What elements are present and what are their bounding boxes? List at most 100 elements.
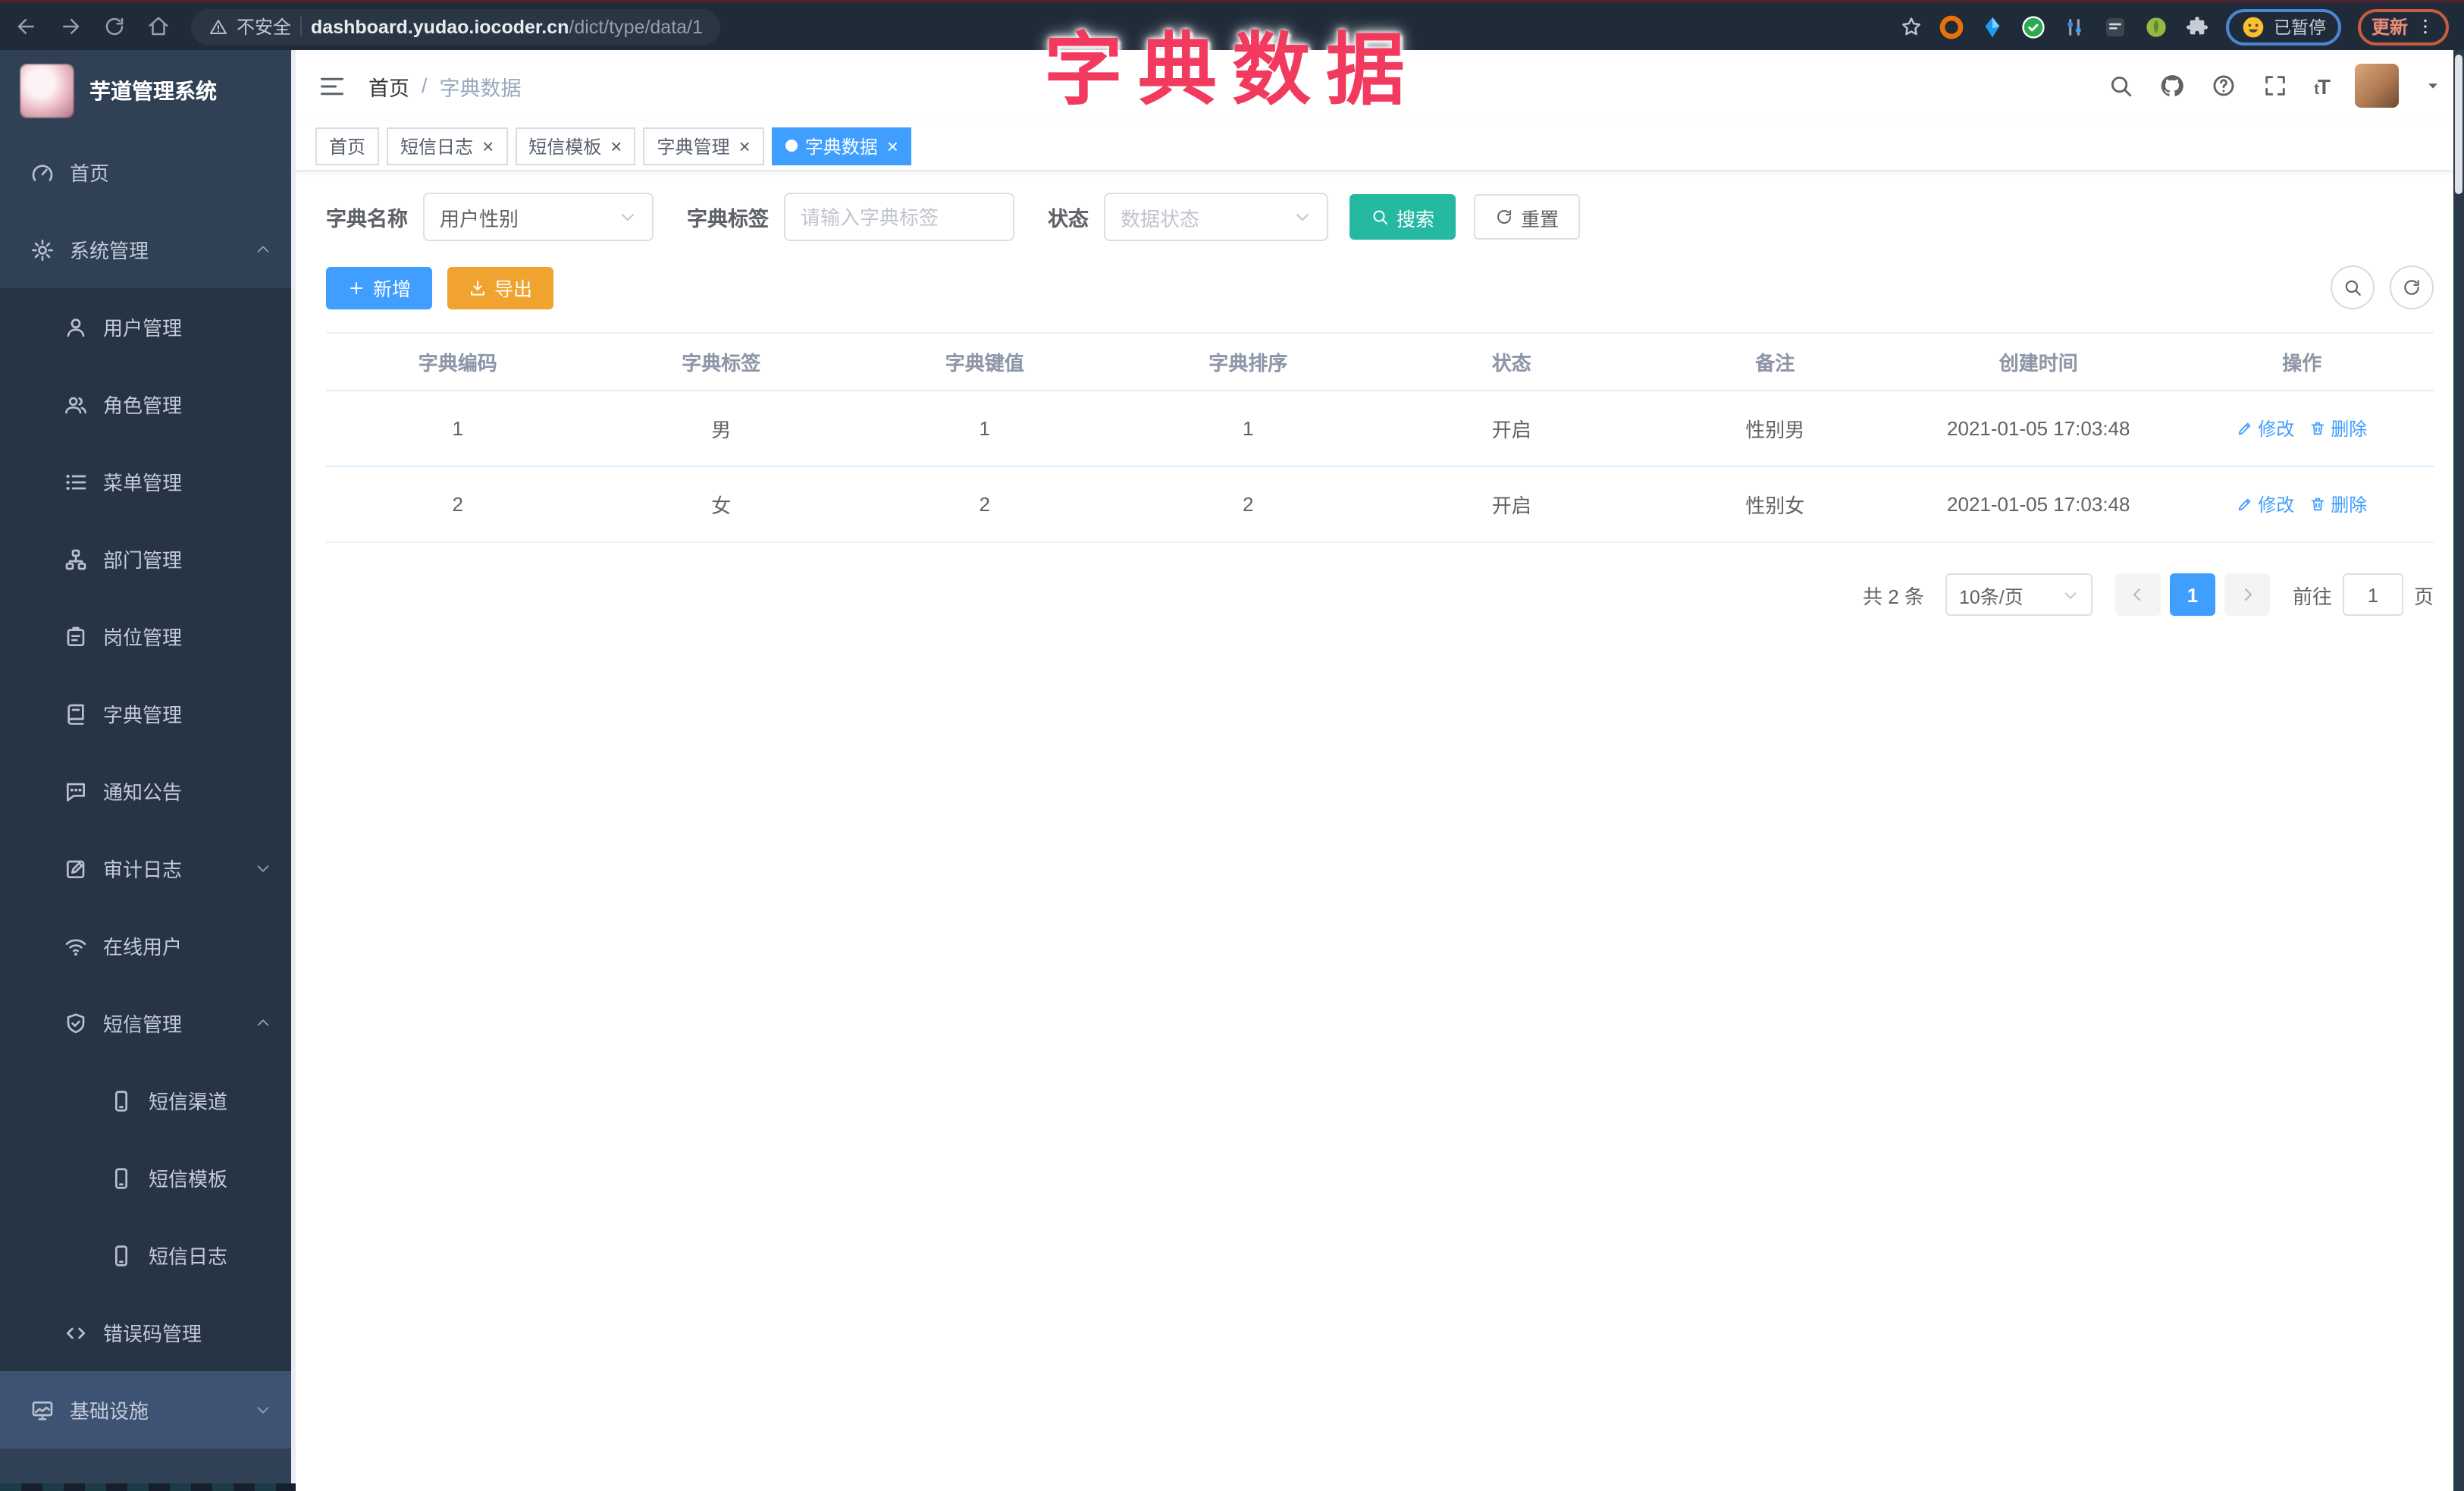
- toggle-search-button[interactable]: [2331, 265, 2375, 309]
- sidebar-item-label: 角色管理: [103, 394, 183, 417]
- dashboard-icon: [30, 160, 55, 184]
- browser-menu-icon[interactable]: [2415, 17, 2435, 36]
- sidebar-item-16[interactable]: 基础设施: [0, 1371, 296, 1449]
- column-header: 操作: [2282, 352, 2322, 375]
- forward-icon[interactable]: [59, 15, 82, 38]
- app-title: 芋道管理系统: [89, 79, 217, 103]
- add-button[interactable]: 新增: [326, 266, 433, 309]
- breadcrumb-home[interactable]: 首页: [368, 71, 409, 101]
- extension-sliders-icon[interactable]: [2063, 14, 2087, 39]
- sidebar-item-label: 系统管理: [70, 240, 149, 262]
- mobile-icon: [109, 1088, 133, 1113]
- url-host: dashboard.yudao.iocoder.cn: [311, 17, 569, 38]
- refresh-table-button[interactable]: [2390, 265, 2434, 309]
- monitor-icon: [30, 1398, 55, 1422]
- breadcrumb-current: 字典数据: [439, 77, 522, 99]
- sidebar-item-5[interactable]: 部门管理: [0, 520, 296, 598]
- url-bar[interactable]: 不安全 dashboard.yudao.iocoder.cn/dict/type…: [191, 8, 721, 45]
- edit-link[interactable]: 修改: [2237, 491, 2294, 517]
- users-icon: [64, 392, 88, 416]
- sidebar-item-0[interactable]: 首页: [0, 133, 296, 211]
- page-content: 字典名称 用户性别 字典标签 状态 数据状态 搜索: [296, 171, 2464, 1491]
- sidebar-item-15[interactable]: 错误码管理: [0, 1294, 296, 1371]
- row-actions: 修改 删除: [2171, 391, 2434, 466]
- browser-chrome: 不安全 dashboard.yudao.iocoder.cn/dict/type…: [0, 0, 2464, 50]
- close-icon[interactable]: ×: [482, 136, 494, 155]
- extension-orange-icon[interactable]: [1940, 14, 1964, 39]
- tab-1[interactable]: 短信日志 ×: [387, 127, 508, 165]
- user-avatar[interactable]: [2355, 64, 2399, 108]
- column-header: 字典标签: [682, 352, 761, 375]
- sidebar-item-9[interactable]: 审计日志: [0, 830, 296, 907]
- reset-button[interactable]: 重置: [1474, 194, 1581, 240]
- dict-name-value: 用户性别: [440, 207, 519, 230]
- goto-page-input[interactable]: [2342, 573, 2403, 616]
- delete-link[interactable]: 删除: [2309, 416, 2367, 441]
- logo[interactable]: 芋道管理系统: [0, 55, 296, 127]
- help-icon[interactable]: [2211, 73, 2237, 99]
- dict-name-label: 字典名称: [326, 208, 408, 231]
- table-row-0: 1 男 1 1 开启 性别男 2021-01-05 17:03:48 修改 删除: [326, 391, 2434, 467]
- sidebar-item-6[interactable]: 岗位管理: [0, 598, 296, 675]
- search-icon[interactable]: [2108, 73, 2133, 99]
- sidebar-item-label: 通知公告: [103, 781, 183, 804]
- mobile-icon: [109, 1166, 133, 1190]
- sidebar-item-12[interactable]: 短信渠道: [0, 1062, 296, 1139]
- tab-4[interactable]: 字典数据 ×: [771, 127, 912, 165]
- sidebar-item-14[interactable]: 短信日志: [0, 1216, 296, 1294]
- scrollbar-track[interactable]: [2453, 50, 2464, 1491]
- github-icon[interactable]: [2159, 73, 2185, 99]
- message-icon: [64, 779, 88, 803]
- dict-tag-label: 字典标签: [687, 208, 769, 231]
- sidebar-item-13[interactable]: 短信模板: [0, 1139, 296, 1216]
- delete-link[interactable]: 删除: [2309, 491, 2367, 517]
- reload-icon[interactable]: [103, 15, 126, 38]
- extension-kite-icon[interactable]: [1981, 14, 2005, 39]
- extension-switch-icon[interactable]: [2104, 14, 2128, 39]
- sidebar-item-8[interactable]: 通知公告: [0, 752, 296, 830]
- close-icon[interactable]: ×: [739, 136, 751, 155]
- breadcrumb-separator: /: [422, 74, 428, 97]
- extension-check-icon[interactable]: [2022, 14, 2046, 39]
- close-icon[interactable]: ×: [610, 136, 622, 155]
- sidebar-item-10[interactable]: 在线用户: [0, 907, 296, 984]
- search-form: 字典名称 用户性别 字典标签 状态 数据状态 搜索: [326, 193, 2434, 241]
- sidebar-item-2[interactable]: 用户管理: [0, 288, 296, 366]
- update-button[interactable]: 更新: [2357, 8, 2449, 45]
- tab-2[interactable]: 短信模板 ×: [515, 127, 636, 165]
- bookmark-star-icon[interactable]: [1901, 15, 1923, 38]
- dict-tag-input[interactable]: [784, 193, 1014, 241]
- sidebar-item-7[interactable]: 字典管理: [0, 675, 296, 752]
- tab-label: 短信日志: [400, 136, 474, 157]
- sidebar-item-1[interactable]: 系统管理: [0, 211, 296, 288]
- extensions-puzzle-icon[interactable]: [2186, 14, 2210, 39]
- chevron-down-icon[interactable]: [2425, 77, 2441, 94]
- edit-link[interactable]: 修改: [2237, 416, 2294, 441]
- search-button[interactable]: 搜索: [1350, 194, 1456, 240]
- page-size-select[interactable]: 10条/页: [1945, 573, 2093, 616]
- sidebar-item-3[interactable]: 角色管理: [0, 366, 296, 443]
- next-page-button[interactable]: [2224, 573, 2270, 616]
- url-text: dashboard.yudao.iocoder.cn/dict/type/dat…: [311, 15, 703, 38]
- table-cell: 1: [1243, 417, 1254, 440]
- edit-square-icon: [64, 856, 88, 880]
- close-icon[interactable]: ×: [887, 136, 898, 155]
- collapse-sidebar-icon[interactable]: [318, 72, 346, 99]
- sidebar-item-4[interactable]: 菜单管理: [0, 443, 296, 520]
- fullscreen-icon[interactable]: [2262, 73, 2288, 99]
- prev-page-button[interactable]: [2114, 573, 2161, 616]
- back-icon[interactable]: [15, 15, 38, 38]
- status-select[interactable]: 数据状态: [1104, 193, 1328, 241]
- extension-leaf-icon[interactable]: [2145, 14, 2169, 39]
- font-size-icon[interactable]: tT: [2314, 74, 2331, 98]
- tab-0[interactable]: 首页: [315, 127, 380, 165]
- tab-3[interactable]: 字典管理 ×: [643, 127, 764, 165]
- home-icon[interactable]: [147, 15, 170, 38]
- scrollbar-thumb[interactable]: [2455, 55, 2462, 194]
- export-button[interactable]: 导出: [447, 266, 554, 309]
- dict-name-select[interactable]: 用户性别: [423, 193, 654, 241]
- sidebar-item-11[interactable]: 短信管理: [0, 984, 296, 1062]
- profile-paused-pill[interactable]: 已暂停: [2226, 8, 2341, 45]
- page-number-button[interactable]: 1: [2169, 573, 2215, 616]
- table-cell: 2: [979, 493, 990, 516]
